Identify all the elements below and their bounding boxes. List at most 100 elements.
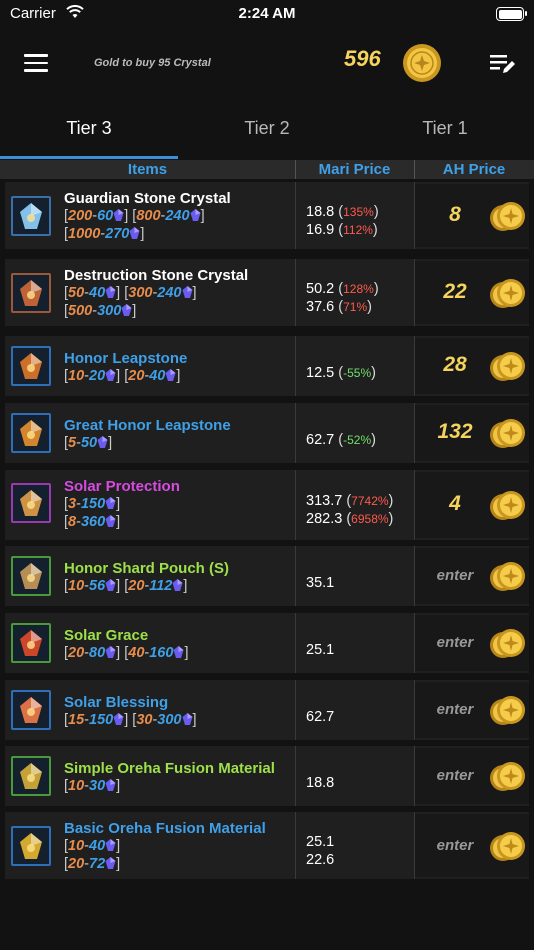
paren: ) <box>371 432 376 448</box>
mari-price-value: 12.5 <box>306 365 335 381</box>
item-name: Destruction Stone Crystal <box>64 267 249 284</box>
ah-price-cell[interactable]: 22 <box>415 261 529 324</box>
gold-coins-icon <box>490 696 525 725</box>
gold-coins-icon <box>490 419 525 448</box>
paren: ) <box>388 493 394 509</box>
bundle-crystal-price: 150 <box>89 712 114 728</box>
price-diff-percent: 6958% <box>351 512 389 526</box>
mari-price: 25.1 <box>306 834 334 850</box>
crystal-icon <box>182 286 192 298</box>
item-name: Honor Shard Pouch (S) <box>64 560 229 577</box>
column-divider <box>414 812 415 879</box>
crystal-icon <box>97 436 108 448</box>
gold-total: 596 <box>344 46 381 71</box>
tab-tier-1[interactable]: Tier 1 <box>356 118 534 139</box>
item-row[interactable]: Destruction Stone Crystal [50-40] [300-24… <box>5 259 529 326</box>
crystal-icon <box>182 713 192 725</box>
ah-price-enter-button[interactable]: enter <box>415 701 495 718</box>
price-diff-percent: 7742% <box>351 494 389 508</box>
bundle-quantity: 40 <box>128 645 145 661</box>
item-row[interactable]: Honor Leapstone [10-20] [20-40] 12.5 (-55%… <box>5 336 529 396</box>
bracket: ] <box>116 578 121 594</box>
item-row[interactable]: Solar Grace [20-80] [40-160] 25.1 enter <box>5 613 529 673</box>
ah-price-cell[interactable]: 4 <box>415 472 529 538</box>
ah-price-cell[interactable]: enter <box>415 615 529 671</box>
item-name: Basic Oreha Fusion Material <box>64 820 266 837</box>
status-bar: Carrier 2:24 AM <box>0 0 534 30</box>
mari-price: 313.7 (7742%) <box>306 493 393 509</box>
bracket: ] <box>108 435 113 451</box>
crystal-icon <box>105 857 116 869</box>
paren: ) <box>373 280 379 297</box>
bundle-crystal-price: 72 <box>89 856 106 872</box>
mari-price-value: 18.8 <box>306 775 335 791</box>
item-name: Simple Oreha Fusion Material <box>64 760 275 777</box>
bundle-quantity: 800 <box>136 208 161 224</box>
ah-price-cell[interactable]: enter <box>415 748 529 804</box>
ah-price-enter-button[interactable]: enter <box>415 634 495 651</box>
status-clock: 2:24 AM <box>238 5 296 22</box>
bracket: ] <box>116 368 121 384</box>
ah-price-cell[interactable]: enter <box>415 548 529 604</box>
crystal-icon <box>105 286 116 298</box>
crystal-cost-line: [8-360] <box>64 514 120 530</box>
mari-price-value: 282.3 <box>306 511 343 527</box>
solar-blessing-glyph <box>20 697 42 723</box>
item-name: Solar Grace <box>64 627 149 644</box>
mari-price-value: 35.1 <box>306 575 335 591</box>
item-row[interactable]: Honor Shard Pouch (S) [10-56] [20-112] 35.… <box>5 546 529 606</box>
bundle-crystal-price: 80 <box>89 645 106 661</box>
ah-price-enter-button[interactable]: enter <box>415 567 495 584</box>
mari-price-value: 37.6 <box>306 298 335 315</box>
ah-price-cell[interactable]: enter <box>415 682 529 738</box>
bundle-crystal-price: 40 <box>149 368 166 384</box>
honor-shard-pouch-glyph <box>20 563 42 589</box>
ah-price-enter-button[interactable]: enter <box>415 767 495 784</box>
ah-price-cell[interactable]: 8 <box>415 184 529 247</box>
item-row[interactable]: Simple Oreha Fusion Material [10-30] 18.8 e… <box>5 746 529 806</box>
solar-grace-glyph <box>20 630 42 656</box>
gold-coins-icon <box>490 278 525 308</box>
crystal-icon <box>105 839 116 851</box>
bundle-crystal-price: 56 <box>89 578 106 594</box>
bundle-crystal-price: 360 <box>80 514 106 530</box>
item-row[interactable]: Guardian Stone Crystal [200-60] [800-240]… <box>5 182 529 249</box>
column-header-items: Items <box>127 161 168 178</box>
paren: ) <box>388 511 394 527</box>
paren: ) <box>367 298 372 315</box>
solar-blessing-icon <box>11 690 51 730</box>
mari-price-value: 313.7 <box>306 493 343 509</box>
tab-tier-3[interactable]: Tier 3 <box>0 118 178 139</box>
item-row[interactable]: Great Honor Leapstone [5-50] 62.7 (-52%) 13… <box>5 403 529 463</box>
bundle-crystal-price: 270 <box>105 226 130 242</box>
column-divider <box>414 182 415 249</box>
ah-price-cell[interactable]: 132 <box>415 405 529 461</box>
bundle-crystal-price: 300 <box>97 303 122 319</box>
crystal-cost-line: [10-40] <box>64 838 120 854</box>
bracket: ] <box>192 712 197 728</box>
bracket: ] <box>140 226 145 242</box>
basic-oreha-fusion-icon <box>11 825 51 866</box>
honor-leapstone-icon <box>11 346 51 386</box>
bundle-quantity: 20 <box>128 578 145 594</box>
edit-list-icon[interactable] <box>490 52 516 76</box>
gold-coin-icon <box>403 44 441 82</box>
bracket: ] <box>124 712 129 728</box>
mari-price: 18.8 <box>306 775 334 791</box>
ah-price-value: 22 <box>443 279 467 303</box>
item-row[interactable]: Solar Protection [3-150] [8-360] 313.7 (774… <box>5 470 529 540</box>
ah-price-enter-button[interactable]: enter <box>415 837 495 854</box>
item-row[interactable]: Solar Blessing [15-150] [30-300] 62.7 enter <box>5 680 529 740</box>
column-header-ah-price: AH Price <box>442 161 506 178</box>
mari-price: 16.9 (112%) <box>306 222 378 238</box>
bracket: ] <box>192 285 197 301</box>
tab-tier-2[interactable]: Tier 2 <box>178 118 356 139</box>
crystal-icon <box>105 779 116 791</box>
item-row[interactable]: Basic Oreha Fusion Material [10-40] [20-72… <box>5 812 529 879</box>
ah-price-cell[interactable]: 28 <box>415 338 529 394</box>
crystal-icon <box>113 713 124 725</box>
hamburger-menu-icon[interactable] <box>24 54 48 72</box>
column-headers: Items Mari Price AH Price <box>0 160 534 179</box>
price-diff-percent: -55% <box>343 366 372 380</box>
ah-price-cell[interactable]: enter <box>415 814 529 877</box>
